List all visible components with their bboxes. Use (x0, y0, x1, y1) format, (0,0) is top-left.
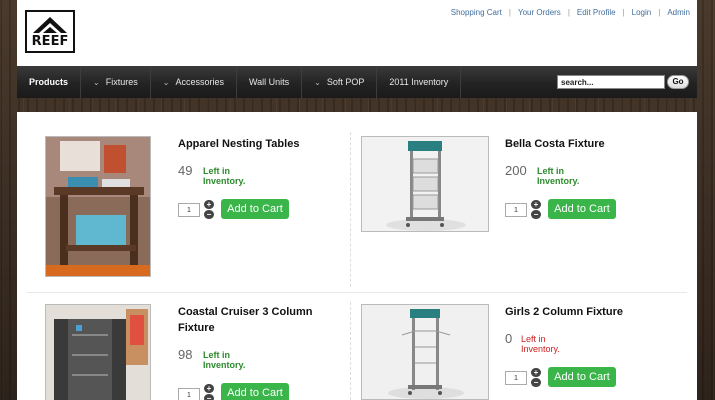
column-divider (350, 132, 351, 287)
inventory-count: 49 (178, 163, 193, 178)
your-orders-link[interactable]: Your Orders (518, 8, 561, 17)
add-to-cart-button[interactable]: Add to Cart (548, 367, 616, 387)
inventory-status: Left in Inventory. (521, 334, 560, 354)
inventory-status: Left in Inventory. (203, 166, 246, 186)
nav-item-label: Fixtures (105, 77, 138, 87)
inventory-count: 98 (178, 347, 193, 362)
nav-item-label: Accessories (175, 77, 224, 87)
inventory-count: 0 (505, 331, 513, 346)
add-to-cart-button[interactable]: Add to Cart (221, 383, 289, 400)
nav-item-wall-units[interactable]: Wall Units (237, 66, 303, 98)
separator: | (508, 8, 511, 17)
nav-item-fixtures[interactable]: ⌄ Fixtures (81, 66, 151, 98)
add-to-cart-button[interactable]: Add to Cart (548, 199, 616, 219)
reef-logo[interactable]: REEF (25, 10, 75, 53)
increment-button[interactable]: + (204, 200, 214, 209)
inventory-status: Left in Inventory. (203, 350, 246, 370)
decrement-button[interactable]: − (531, 210, 541, 219)
bella-costa-fixture-photo (362, 137, 488, 231)
increment-button[interactable]: + (531, 368, 541, 377)
product-image[interactable] (361, 304, 489, 400)
quantity-input[interactable] (505, 203, 527, 217)
product-title[interactable]: Coastal Cruiser 3 Column Fixture (178, 304, 338, 336)
quantity-stepper: + − (204, 200, 214, 220)
nav-item-label: Soft POP (326, 77, 365, 87)
header: REEF Shopping Cart | Your Orders | Edit … (17, 0, 697, 66)
nav-item-products[interactable]: Products (17, 66, 82, 98)
nav-item-label: Products (29, 77, 69, 87)
row-divider (27, 292, 687, 293)
edit-profile-link[interactable]: Edit Profile (577, 8, 616, 17)
nav-item-2011-inventory[interactable]: 2011 Inventory (377, 66, 462, 98)
page: REEF Shopping Cart | Your Orders | Edit … (17, 0, 697, 400)
quantity-stepper: + − (531, 368, 541, 388)
quantity-stepper: + − (204, 384, 214, 400)
nav-item-accessories[interactable]: ⌄ Accessories (151, 66, 237, 98)
column-divider (350, 302, 351, 400)
product-title[interactable]: Apparel Nesting Tables (178, 136, 338, 152)
decrement-button[interactable]: − (531, 378, 541, 387)
nav-item-label: 2011 Inventory (389, 77, 449, 87)
inventory-count: 200 (505, 163, 527, 178)
mountain-icon (33, 17, 67, 33)
decrement-button[interactable]: − (204, 210, 214, 219)
product-title[interactable]: Girls 2 Column Fixture (505, 304, 675, 320)
add-to-cart-button[interactable]: Add to Cart (221, 199, 289, 219)
quantity-stepper: + − (531, 200, 541, 220)
admin-link[interactable]: Admin (667, 8, 690, 17)
chevron-down-icon: ⌄ (162, 77, 170, 87)
increment-button[interactable]: + (204, 384, 214, 393)
girls-2-column-fixture-photo (362, 305, 488, 399)
search-input[interactable] (557, 75, 665, 89)
product-image[interactable] (45, 304, 151, 400)
shopping-cart-link[interactable]: Shopping Cart (451, 8, 502, 17)
quantity-input[interactable] (178, 388, 200, 400)
chevron-down-icon: ⌄ (93, 77, 100, 87)
separator: | (567, 8, 570, 17)
go-button[interactable]: Go (667, 75, 689, 89)
product-image[interactable] (361, 136, 489, 232)
decrement-button[interactable]: − (204, 394, 214, 400)
product-title[interactable]: Bella Costa Fixture (505, 136, 675, 152)
coastal-cruiser-fixture-photo (46, 305, 150, 400)
separator: | (622, 8, 625, 17)
product-image[interactable] (45, 136, 151, 277)
inventory-status: Left in Inventory. (537, 166, 580, 186)
quantity-input[interactable] (505, 371, 527, 385)
nesting-tables-photo (46, 137, 150, 276)
login-link[interactable]: Login (632, 8, 652, 17)
top-links: Shopping Cart | Your Orders | Edit Profi… (451, 8, 690, 17)
product-grid: Apparel Nesting Tables 49 Left in Invent… (17, 112, 697, 400)
nav-item-label: Wall Units (248, 77, 290, 87)
logo-text: REEF (31, 34, 69, 49)
separator: | (658, 8, 661, 17)
main-nav: Products ⌄ Fixtures ⌄ Accessories Wall U… (17, 66, 697, 98)
increment-button[interactable]: + (531, 200, 541, 209)
chevron-down-icon: ⌄ (314, 77, 321, 87)
quantity-input[interactable] (178, 203, 200, 217)
nav-item-soft-pop[interactable]: ⌄ Soft POP (302, 66, 378, 98)
